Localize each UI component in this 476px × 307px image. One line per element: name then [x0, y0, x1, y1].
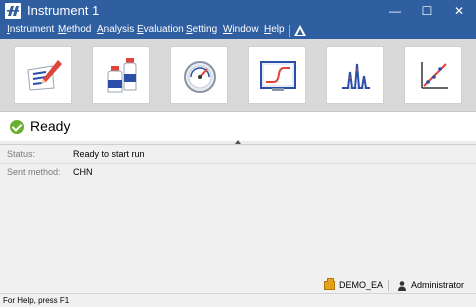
- status-divider: [388, 280, 389, 291]
- menu-analysis-label: nalysis: [103, 24, 135, 35]
- details-panel: Status: Ready to start run Sent method: …: [0, 145, 476, 293]
- menu-evaluation-accel: E: [137, 24, 144, 35]
- status-row: Status: Ready to start run: [0, 146, 476, 164]
- brand-logo-icon[interactable]: [294, 25, 306, 36]
- menu-analysis[interactable]: Analysis: [97, 24, 134, 35]
- title-bar[interactable]: Instrument 1 — ☐ ✕: [0, 0, 476, 22]
- check-circle-icon: [10, 120, 24, 134]
- sent-method-row: Sent method: CHN: [0, 164, 476, 182]
- close-button[interactable]: ✕: [444, 0, 474, 22]
- toolbar: [0, 39, 476, 111]
- sent-method-value: CHN: [73, 167, 93, 177]
- help-hint: For Help, press F1: [3, 296, 70, 305]
- status-value: Ready to start run: [73, 149, 145, 159]
- menu-help[interactable]: Help: [264, 24, 285, 35]
- status-label: Status:: [7, 149, 36, 159]
- menu-window[interactable]: Window: [223, 24, 259, 35]
- menu-setting-accel: S: [186, 24, 193, 35]
- gauge-button[interactable]: [170, 46, 228, 104]
- menu-window-label: indow: [232, 24, 259, 35]
- instrument-state-panel: Ready: [0, 111, 476, 141]
- user-icon: [398, 281, 406, 291]
- menu-instrument[interactable]: Instrument: [7, 24, 54, 35]
- app-logo-icon: [5, 3, 21, 19]
- menu-evaluation[interactable]: Evaluation: [137, 24, 184, 35]
- gauge-icon: [184, 61, 216, 93]
- monitor-curve-icon: [260, 61, 296, 91]
- menu-analysis-accel: A: [97, 24, 104, 35]
- user-indicator[interactable]: Administrator: [398, 280, 474, 294]
- menu-divider: [289, 25, 290, 37]
- menu-evaluation-label: valuation: [143, 24, 184, 35]
- monitor-button[interactable]: [248, 46, 306, 104]
- chromatogram-peaks-icon: [342, 63, 370, 89]
- maximize-button[interactable]: ☐: [412, 0, 442, 22]
- menu-method-label: ethod: [66, 24, 92, 35]
- menu-bar: Instrument Method Analysis Evaluation Se…: [0, 22, 476, 39]
- menu-method[interactable]: Method: [58, 24, 91, 35]
- sent-method-label: Sent method:: [7, 167, 61, 177]
- collapse-arrow-icon[interactable]: [235, 140, 241, 144]
- menu-setting[interactable]: Setting: [186, 24, 217, 35]
- calibration-button[interactable]: [404, 46, 462, 104]
- menu-help-label: elp: [271, 24, 285, 35]
- status-bar: For Help, press F1: [0, 293, 476, 307]
- calibration-chart-icon: [421, 62, 448, 89]
- method-edit-icon: [27, 60, 62, 91]
- sample-bottles-button[interactable]: [92, 46, 150, 104]
- database-indicator[interactable]: DEMO_EA: [324, 278, 384, 294]
- chromatogram-button[interactable]: [326, 46, 384, 104]
- user-name: Administrator: [411, 280, 465, 290]
- window-title: Instrument 1: [27, 3, 100, 18]
- menu-instrument-label: nstrument: [9, 24, 55, 35]
- database-name: DEMO_EA: [339, 280, 384, 290]
- method-edit-button[interactable]: [14, 46, 72, 104]
- database-folder-icon: [324, 278, 335, 290]
- sample-bottles-icon: [107, 58, 137, 93]
- menu-setting-label: etting: [192, 24, 218, 35]
- minimize-button[interactable]: —: [380, 0, 410, 22]
- instrument-state-title: Ready: [30, 118, 71, 134]
